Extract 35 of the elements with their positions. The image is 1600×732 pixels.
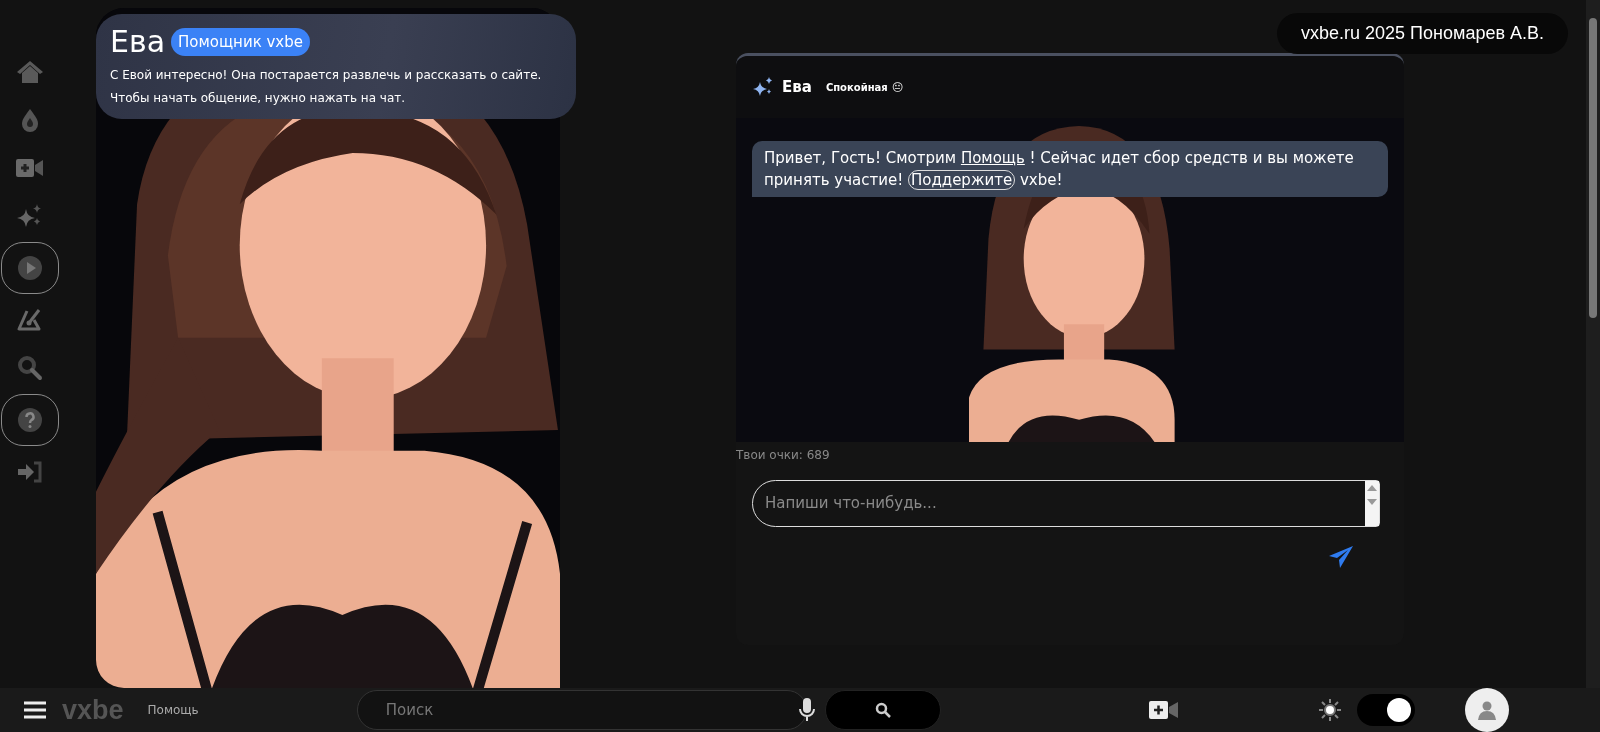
search-icon	[17, 355, 43, 381]
message-input[interactable]: Напиши что-нибудь...	[752, 480, 1380, 527]
spin-buttons[interactable]	[1365, 481, 1379, 526]
play-icon	[17, 255, 43, 281]
chat-title: Ева	[782, 78, 812, 96]
avatar[interactable]	[1464, 688, 1509, 732]
search-icon	[874, 702, 891, 718]
intro-text: С Евой интересно! Она постарается развлечь и рассказать о сайте.	[110, 68, 543, 82]
login-icon	[17, 460, 43, 484]
mood-label: Спокойная	[825, 81, 888, 93]
points-label: Твои очки: 689	[736, 448, 831, 462]
sidebar-item[interactable]	[1, 242, 59, 294]
search-button[interactable]	[824, 690, 941, 730]
sidebar-item[interactable]	[1, 394, 59, 446]
search-field[interactable]: Поиск	[356, 690, 807, 730]
drop-icon	[20, 108, 40, 132]
theme-toggle[interactable]	[1356, 694, 1415, 726]
scrollbar[interactable]	[1586, 0, 1600, 688]
intro-text: Чтобы начать общение, нужно нажать на чат.	[110, 91, 407, 105]
role-badge: Помощник vxbe	[171, 27, 310, 56]
triangle-icon	[17, 307, 43, 333]
mood-emoji: 😐	[891, 80, 904, 94]
help-link[interactable]: Помощь	[960, 149, 1025, 167]
send-icon[interactable]	[1328, 545, 1354, 569]
chat-message: Привет, Гость! Смотрим Помощь ! Сейчас идет сбор средств и вы можете принять участие! Поддержите vxbe!	[752, 141, 1388, 197]
home-icon	[16, 60, 44, 84]
sparkle-icon	[752, 77, 774, 97]
add-video-icon[interactable]	[1148, 700, 1179, 720]
sun-icon	[1318, 699, 1341, 721]
copyright-label: vxbe.ru 2025 Пономарев А.В.	[1277, 13, 1568, 54]
help-icon	[17, 407, 43, 433]
menu-icon[interactable]	[24, 701, 46, 719]
section-label: Помощь	[147, 703, 199, 717]
character-name: Ева	[110, 24, 166, 59]
add-video-icon	[16, 158, 44, 178]
